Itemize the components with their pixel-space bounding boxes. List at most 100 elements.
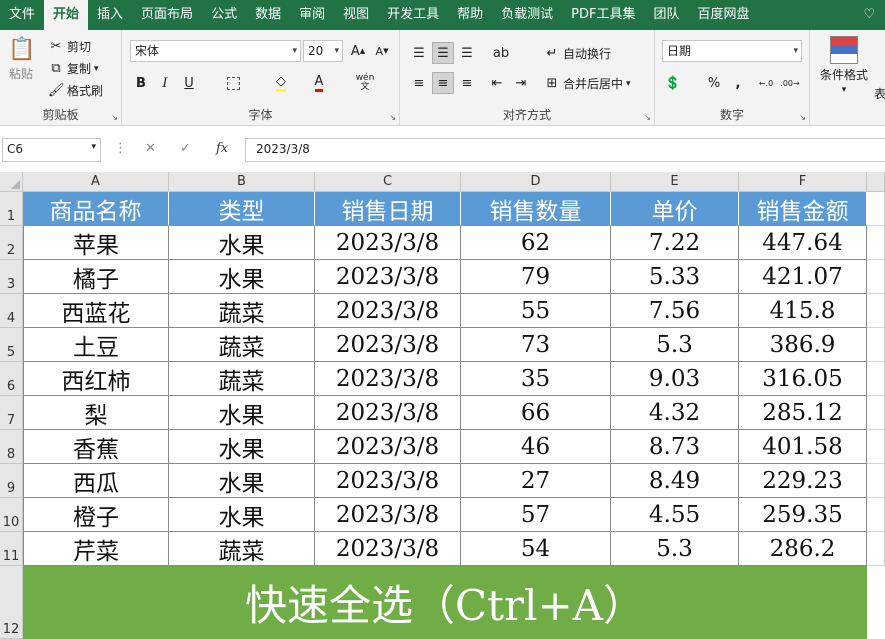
table-header-cell[interactable]: 类型 <box>169 192 315 226</box>
tab-8[interactable]: 开发工具 <box>378 0 448 30</box>
bold-button[interactable]: B <box>130 72 152 94</box>
table-cell[interactable]: 水果 <box>169 464 315 498</box>
tab-6[interactable]: 审阅 <box>290 0 334 30</box>
table-cell[interactable]: 57 <box>461 498 611 532</box>
table-cell[interactable]: 梨 <box>23 396 169 430</box>
table-cell[interactable]: 蔬菜 <box>169 362 315 396</box>
grow-font-button[interactable]: A ▲ <box>347 40 369 62</box>
table-cell[interactable]: 316.05 <box>739 362 867 396</box>
table-cell[interactable]: 橙子 <box>23 498 169 532</box>
number-format-combo[interactable]: 日期 ▾ <box>662 40 802 62</box>
table-cell[interactable]: 西蓝花 <box>23 294 169 328</box>
tab-2[interactable]: 插入 <box>88 0 132 30</box>
wrap-text-button[interactable]: ↵ 自动换行 <box>544 45 611 62</box>
formula-input[interactable]: 2023/3/8 <box>245 138 885 162</box>
currency-button[interactable]: 💲 <box>662 72 684 94</box>
align-middle-button[interactable]: ☰ <box>432 42 454 64</box>
font-color-button[interactable]: A <box>308 72 330 94</box>
format-as-table-button[interactable]: 表 <box>874 85 885 102</box>
table-cell[interactable]: 2023/3/8 <box>315 464 461 498</box>
empty-cell[interactable] <box>867 294 885 328</box>
dialog-launcher-icon[interactable]: ↘ <box>389 113 396 122</box>
table-cell[interactable]: 5.3 <box>611 532 739 566</box>
table-cell[interactable]: 2023/3/8 <box>315 328 461 362</box>
table-cell[interactable]: 401.58 <box>739 430 867 464</box>
table-cell[interactable]: 73 <box>461 328 611 362</box>
empty-cell[interactable] <box>867 464 885 498</box>
table-cell[interactable]: 蔬菜 <box>169 532 315 566</box>
table-cell[interactable]: 蔬菜 <box>169 294 315 328</box>
table-cell[interactable]: 橘子 <box>23 260 169 294</box>
tab-12[interactable]: 团队 <box>645 0 689 30</box>
table-cell[interactable]: 香蕉 <box>23 430 169 464</box>
table-cell[interactable]: 421.07 <box>739 260 867 294</box>
table-cell[interactable]: 2023/3/8 <box>315 362 461 396</box>
table-cell[interactable]: 285.12 <box>739 396 867 430</box>
select-all-corner[interactable] <box>0 172 23 192</box>
increase-decimal-button[interactable]: ←.0 <box>755 72 777 94</box>
empty-cell[interactable] <box>867 498 885 532</box>
align-bottom-button[interactable]: ☰ <box>456 42 478 64</box>
table-cell[interactable]: 2023/3/8 <box>315 430 461 464</box>
table-cell[interactable]: 54 <box>461 532 611 566</box>
tab-5[interactable]: 数据 <box>246 0 290 30</box>
format-painter-button[interactable]: 🖌 格式刷 <box>48 82 103 99</box>
table-cell[interactable]: 7.22 <box>611 226 739 260</box>
row-header-8[interactable]: 8 <box>0 430 23 464</box>
empty-cell[interactable] <box>867 396 885 430</box>
table-cell[interactable]: 46 <box>461 430 611 464</box>
row-header-4[interactable]: 4 <box>0 294 23 328</box>
table-cell[interactable]: 286.2 <box>739 532 867 566</box>
table-cell[interactable]: 西红柿 <box>23 362 169 396</box>
table-cell[interactable]: 2023/3/8 <box>315 226 461 260</box>
table-cell[interactable]: 7.56 <box>611 294 739 328</box>
tab-7[interactable]: 视图 <box>334 0 378 30</box>
table-cell[interactable]: 芹菜 <box>23 532 169 566</box>
column-header-B[interactable]: B <box>169 172 315 192</box>
tab-11[interactable]: PDF工具集 <box>562 0 644 30</box>
italic-button[interactable]: I <box>154 72 176 94</box>
empty-cell[interactable] <box>867 430 885 464</box>
name-box[interactable]: C6 ▾ <box>2 138 101 162</box>
table-cell[interactable]: 蔬菜 <box>169 328 315 362</box>
table-cell[interactable]: 水果 <box>169 260 315 294</box>
row-header-9[interactable]: 9 <box>0 464 23 498</box>
column-header-D[interactable]: D <box>461 172 611 192</box>
merge-center-button[interactable]: ⊞ 合并后居中 ▾ <box>544 75 631 92</box>
column-header-A[interactable]: A <box>23 172 169 192</box>
font-size-combo[interactable]: 20 ▾ <box>303 40 343 62</box>
row-header-12[interactable]: 12 <box>0 566 23 639</box>
dialog-launcher-icon[interactable]: ↘ <box>644 113 651 122</box>
column-header-g[interactable] <box>867 172 885 192</box>
font-name-combo[interactable]: 宋体 ▾ <box>130 40 301 62</box>
table-cell[interactable]: 55 <box>461 294 611 328</box>
align-right-button[interactable]: ≡ <box>456 72 478 94</box>
empty-cell[interactable] <box>867 226 885 260</box>
row-header-1[interactable]: 1 <box>0 192 23 226</box>
table-cell[interactable]: 79 <box>461 260 611 294</box>
paste-button[interactable]: 📋 粘贴 <box>8 36 35 82</box>
conditional-format-button[interactable]: 条件格式 ▾ <box>820 36 868 95</box>
tab-9[interactable]: 帮助 <box>448 0 492 30</box>
row-header-6[interactable]: 6 <box>0 362 23 396</box>
tab-4[interactable]: 公式 <box>202 0 246 30</box>
table-cell[interactable]: 西瓜 <box>23 464 169 498</box>
row-header-7[interactable]: 7 <box>0 396 23 430</box>
insert-function-icon[interactable]: fx <box>216 141 228 156</box>
table-cell[interactable]: 9.03 <box>611 362 739 396</box>
tab-3[interactable]: 页面布局 <box>132 0 202 30</box>
row-header-5[interactable]: 5 <box>0 328 23 362</box>
column-header-C[interactable]: C <box>315 172 461 192</box>
cancel-icon[interactable]: ✕ <box>145 141 156 156</box>
enter-icon[interactable]: ✓ <box>180 141 191 156</box>
row-header-3[interactable]: 3 <box>0 260 23 294</box>
copy-button[interactable]: ⧉ 复制 ▾ <box>48 60 98 77</box>
table-header-cell[interactable]: 销售金额 <box>739 192 867 226</box>
table-cell[interactable]: 66 <box>461 396 611 430</box>
row-header-10[interactable]: 10 <box>0 498 23 532</box>
align-center-button[interactable]: ≡ <box>432 72 454 94</box>
table-cell[interactable]: 27 <box>461 464 611 498</box>
empty-cell[interactable] <box>867 328 885 362</box>
table-cell[interactable]: 8.73 <box>611 430 739 464</box>
shrink-font-button[interactable]: A ▼ <box>371 40 393 62</box>
